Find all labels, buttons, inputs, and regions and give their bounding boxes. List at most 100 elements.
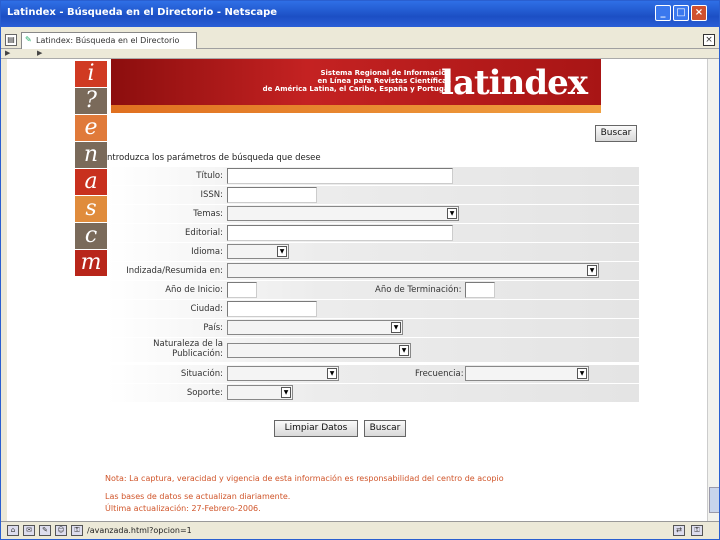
sidebar-letter[interactable]: m [75, 250, 107, 276]
limpiar-datos-button[interactable]: Limpiar Datos [274, 420, 358, 437]
chevron-down-icon: ▼ [281, 387, 291, 398]
banner-subtitle-line: en Línea para Revistas Científicas [317, 77, 451, 85]
chat-icon[interactable]: ☺ [55, 525, 67, 536]
label-naturaleza: Naturaleza de la Publicación: [153, 339, 223, 359]
banner-subtitle: Sistema Regional de Información en Línea… [263, 69, 451, 93]
label-pais: País: [203, 323, 223, 333]
tab-bar: ▤ ✎ Latindex: Búsqueda en el Directorio … [1, 27, 719, 49]
chevron-down-icon: ▼ [577, 368, 587, 379]
chevron-down-icon: ▼ [391, 322, 401, 333]
note-line: Nota: La captura, veracidad y vigencia d… [105, 474, 504, 483]
anio-terminacion-input[interactable] [465, 282, 495, 298]
sidebar-letter[interactable]: s [75, 196, 107, 222]
label-idioma: Idioma: [191, 247, 223, 257]
banner-subtitle-line: de América Latina, el Caribe, España y P… [262, 85, 451, 93]
row-issn: ISSN: [107, 186, 639, 204]
row-ciudad: Ciudad: [107, 300, 639, 318]
sidebar-letter[interactable]: c [75, 223, 107, 249]
row-temas: Temas: ▼ [107, 205, 639, 223]
chevron-down-icon: ▼ [587, 265, 597, 276]
label-temas: Temas: [193, 209, 223, 219]
naturaleza-select[interactable]: ▼ [227, 343, 411, 358]
label-issn: ISSN: [200, 190, 223, 200]
home-icon[interactable]: ⌂ [7, 525, 19, 536]
window-title: Latindex - Búsqueda en el Directorio - N… [7, 7, 278, 18]
issn-input[interactable] [227, 187, 317, 203]
back-arrow-icon[interactable]: ▶ [5, 49, 10, 57]
online-icon: ⇄ [673, 525, 685, 536]
pais-select[interactable]: ▼ [227, 320, 403, 335]
label-soporte: Soporte: [186, 388, 223, 398]
label-situacion: Situación: [180, 369, 223, 379]
row-editorial: Editorial: [107, 224, 639, 242]
mail-icon[interactable]: ✉ [23, 525, 35, 536]
title-bar: Latindex - Búsqueda en el Directorio - N… [1, 1, 719, 27]
label-frecuencia: Frecuencia: [415, 369, 464, 379]
buscar-bottom-button[interactable]: Buscar [364, 420, 406, 437]
label-naturaleza-line: Publicación: [172, 349, 223, 359]
latindex-logo: latindex [441, 63, 588, 103]
label-editorial: Editorial: [185, 228, 223, 238]
intro-text: ntroduzca los parámetros de búsqueda que… [107, 153, 321, 163]
row-naturaleza: Naturaleza de la Publicación: ▼ [107, 338, 639, 362]
temas-select[interactable]: ▼ [227, 206, 459, 221]
chevron-down-icon: ▼ [399, 345, 409, 356]
page-content: i? e n a s c m Sistema Regional de Información… [7, 59, 707, 521]
notes: Nota: La captura, veracidad y vigencia d… [105, 473, 504, 515]
row-anios: Año de Inicio: Año de Terminación: [107, 281, 639, 299]
chevron-down-icon: ▼ [327, 368, 337, 379]
chevron-down-icon: ▼ [447, 208, 457, 219]
anio-inicio-input[interactable] [227, 282, 257, 298]
row-indizada: Indizada/Resumida en: ▼ [107, 262, 639, 280]
frecuencia-select[interactable]: ▼ [465, 366, 589, 381]
status-bar: ⌂ ✉ ✎ ☺ ⚿ /avanzada.html?opcion=1 ⇄ ⚿ [1, 521, 719, 539]
row-situacion: Situación: ▼ Frecuencia: ▼ [107, 365, 639, 383]
editorial-input[interactable] [227, 225, 453, 241]
situacion-select[interactable]: ▼ [227, 366, 339, 381]
row-titulo: Título: [107, 167, 639, 185]
lock-icon: ⚿ [691, 525, 703, 536]
composer-icon[interactable]: ✎ [39, 525, 51, 536]
row-soporte: Soporte: ▼ [107, 384, 639, 402]
titulo-input[interactable] [227, 168, 453, 184]
page-icon: ✎ [25, 35, 32, 44]
sidebar-letter[interactable]: a [75, 169, 107, 195]
note-line: Las bases de datos se actualizan diariam… [105, 492, 291, 501]
vertical-scrollbar[interactable] [707, 59, 719, 521]
sidebar-letter[interactable]: e [75, 115, 107, 141]
row-idioma: Idioma: ▼ [107, 243, 639, 261]
tab-label: Latindex: Búsqueda en el Directorio [36, 36, 180, 45]
close-window-button[interactable]: × [691, 5, 707, 21]
close-tab-icon[interactable]: × [703, 34, 715, 46]
tab-latindex[interactable]: ✎ Latindex: Búsqueda en el Directorio [21, 32, 197, 49]
idioma-select[interactable]: ▼ [227, 244, 289, 259]
banner-subtitle-line: Sistema Regional de Información [320, 69, 451, 77]
letters-column: i? e n a s c m [75, 61, 107, 277]
minimize-button[interactable]: _ [655, 5, 671, 21]
forward-arrow-icon[interactable]: ▶ [37, 49, 42, 57]
sidebar-letter[interactable]: ? [75, 88, 107, 114]
sidebar-letter[interactable]: i [75, 61, 107, 87]
ciudad-input[interactable] [227, 301, 317, 317]
scrollbar-thumb[interactable] [709, 487, 719, 513]
soporte-select[interactable]: ▼ [227, 385, 293, 400]
security-icon[interactable]: ⚿ [71, 525, 83, 536]
tab-menu-icon[interactable]: ▤ [5, 34, 17, 46]
label-indizada: Indizada/Resumida en: [126, 266, 223, 276]
sidebar-letter[interactable]: n [75, 142, 107, 168]
buscar-top-button[interactable]: Buscar [595, 125, 637, 142]
label-anio-terminacion: Año de Terminación: [375, 285, 462, 295]
banner-stripe [111, 105, 601, 113]
maximize-button[interactable]: □ [673, 5, 689, 21]
note-line: Última actualización: 27-Febrero-2006. [105, 504, 261, 513]
status-url: /avanzada.html?opcion=1 [87, 526, 192, 535]
indizada-select[interactable]: ▼ [227, 263, 599, 278]
label-titulo: Título: [196, 171, 223, 181]
row-pais: País: ▼ [107, 319, 639, 337]
chevron-down-icon: ▼ [277, 246, 287, 257]
navigation-row: ▶ ▶ [1, 49, 719, 59]
label-anio-inicio: Año de Inicio: [165, 285, 223, 295]
label-ciudad: Ciudad: [190, 304, 223, 314]
label-naturaleza-line: Naturaleza de la [153, 339, 223, 349]
browser-window: Latindex - Búsqueda en el Directorio - N… [0, 0, 720, 540]
